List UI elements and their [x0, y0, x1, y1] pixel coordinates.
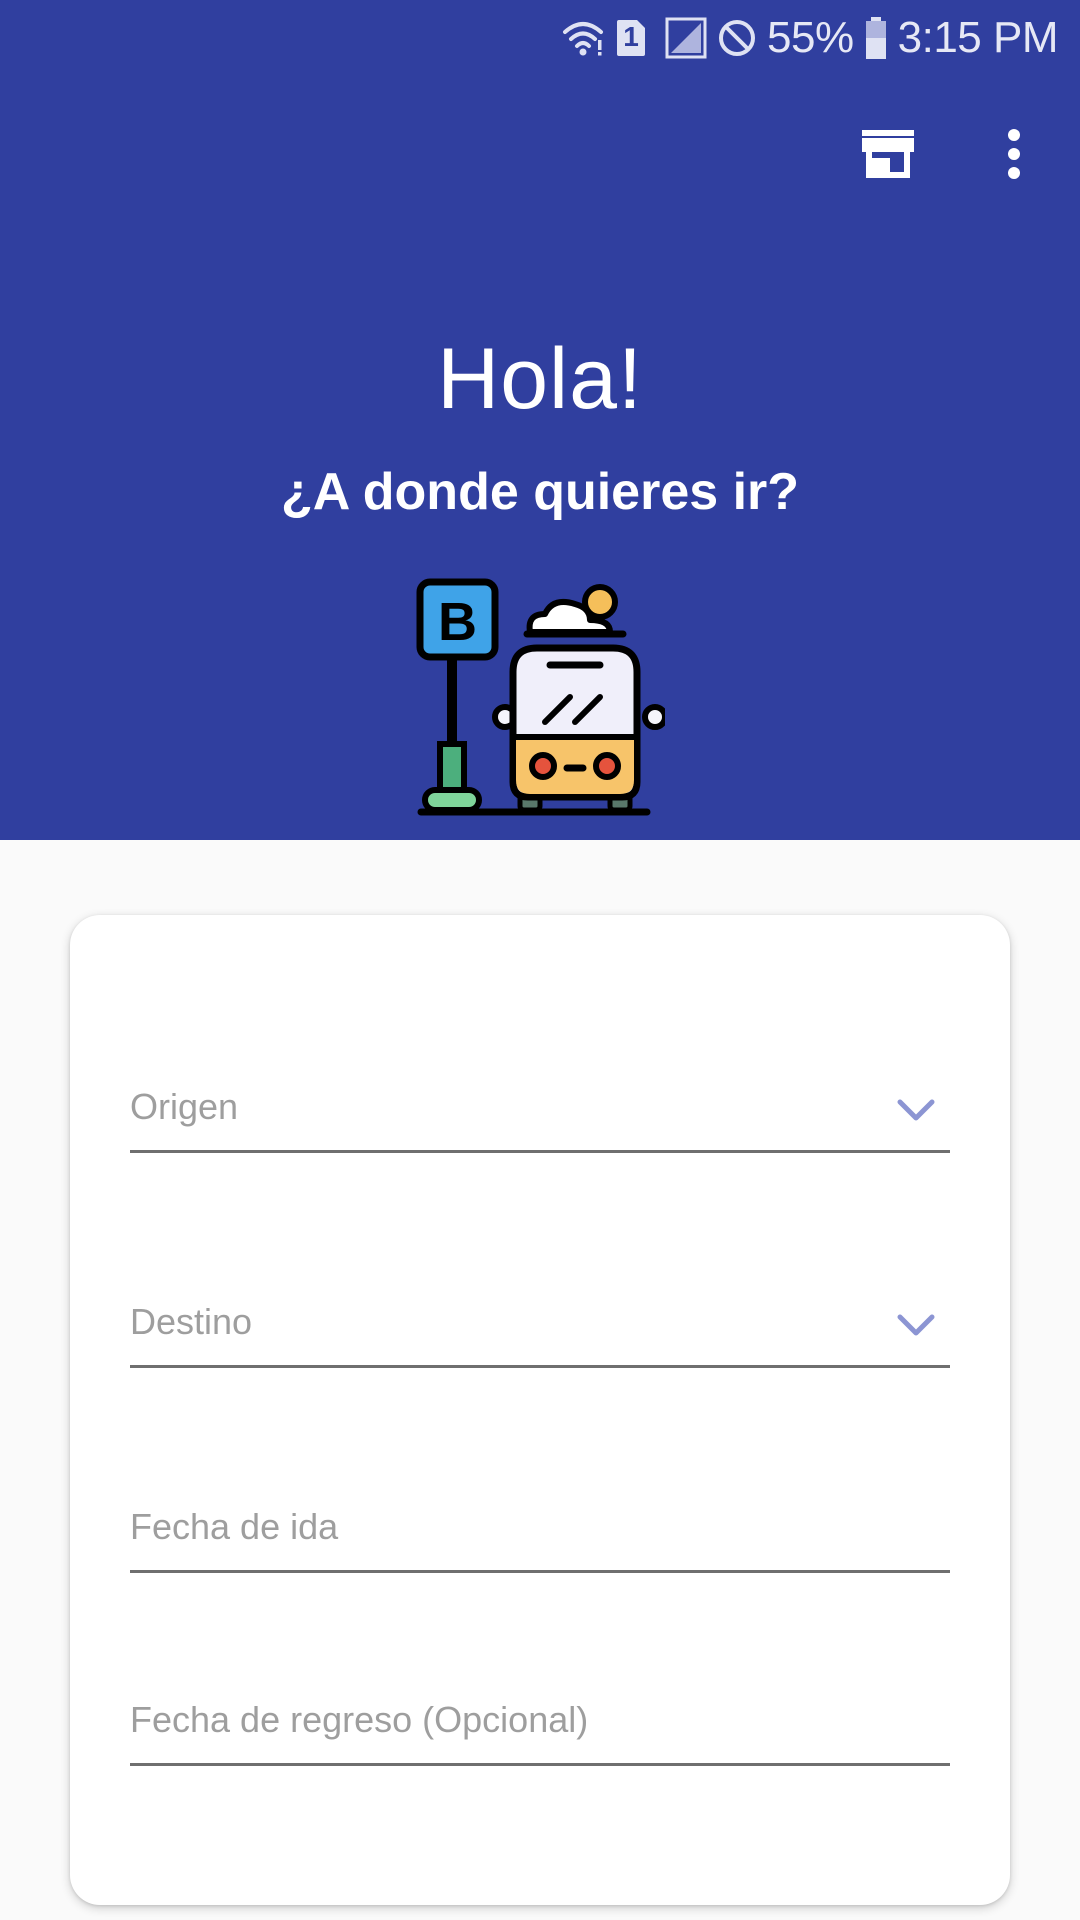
status-bar: 1 55% 3:15 PM — [0, 0, 1080, 76]
clock: 3:15 PM — [897, 13, 1059, 62]
sim-slot-number: 1 — [623, 21, 639, 52]
battery-percentage: 55% — [767, 13, 854, 62]
destination-dropdown[interactable]: Destino — [130, 1285, 950, 1368]
return-date-field[interactable]: Fecha de regreso (Opcional) — [130, 1683, 950, 1766]
destination-placeholder: Destino — [130, 1301, 253, 1342]
battery-icon — [864, 16, 888, 60]
departure-date-field[interactable]: Fecha de ida — [130, 1490, 950, 1573]
greeting-title: Hola! — [437, 331, 643, 427]
signal-icon — [665, 17, 707, 59]
hero-header: 1 55% 3:15 PM Hola! ¿A donde quieres ir?… — [0, 0, 1080, 840]
status-icons: 1 55% 3:15 PM — [561, 12, 1059, 64]
bus-stop-illustration: B — [415, 572, 668, 822]
origin-placeholder: Origen — [130, 1086, 239, 1127]
store-icon — [860, 128, 916, 185]
origin-dropdown[interactable]: Origen — [130, 1070, 950, 1153]
trip-search-card: Origen Destino Fecha de ida Fecha de reg… — [70, 915, 1010, 1905]
more-vert-icon — [1006, 128, 1022, 185]
store-button[interactable] — [848, 120, 928, 192]
chevron-down-icon — [896, 1313, 936, 1339]
sim-1-icon: 1 — [615, 18, 647, 58]
return-date-placeholder: Fecha de regreso (Opcional) — [130, 1699, 589, 1740]
departure-date-placeholder: Fecha de ida — [130, 1506, 339, 1547]
screen: 1 55% 3:15 PM Hola! ¿A donde quieres ir?… — [0, 0, 1080, 1920]
wifi-icon — [561, 18, 605, 58]
destination-question: ¿A donde quieres ir? — [280, 463, 800, 521]
bus-stop-sign-letter: B — [438, 592, 477, 652]
more-options-button[interactable] — [974, 120, 1054, 192]
do-not-disturb-icon — [717, 18, 757, 58]
chevron-down-icon — [896, 1098, 936, 1124]
